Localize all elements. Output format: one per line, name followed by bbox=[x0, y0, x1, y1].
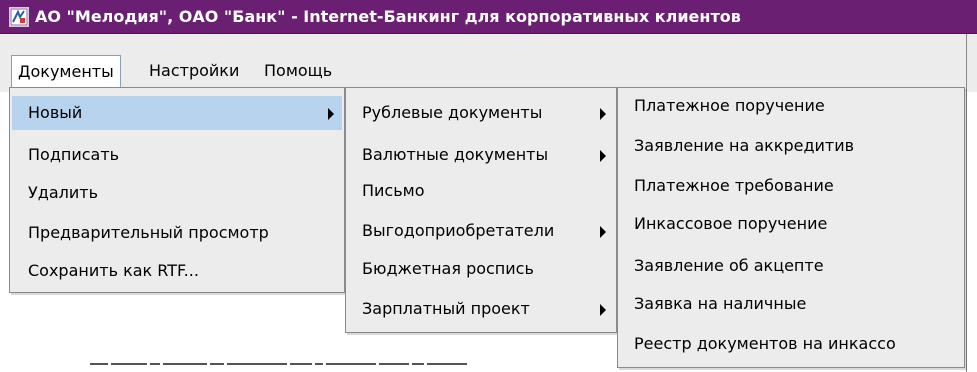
submenu-arrow-icon bbox=[600, 304, 606, 316]
menu-item-new-label: Новый bbox=[28, 103, 83, 122]
submenu-item-ruble-docs[interactable]: Рублевые документы bbox=[348, 96, 614, 130]
submenu-item-salary-project-label: Зарплатный проект bbox=[362, 299, 530, 318]
submenu-item-payment-request[interactable]: Платежное требование bbox=[620, 169, 962, 203]
submenu-arrow-icon bbox=[600, 150, 606, 162]
background-content bbox=[90, 353, 610, 372]
submenu-item-payment-order[interactable]: Платежное поручение bbox=[620, 89, 962, 123]
menu-documents[interactable]: Документы bbox=[11, 55, 121, 87]
submenu-item-beneficiaries[interactable]: Выгодоприобретатели bbox=[348, 214, 614, 248]
menu-item-preview[interactable]: Предварительный просмотр bbox=[12, 216, 342, 250]
app-icon bbox=[9, 7, 29, 27]
submenu-arrow-icon bbox=[328, 108, 334, 120]
menu-item-save-rtf[interactable]: Сохранить как RTF... bbox=[12, 254, 342, 288]
window-edge bbox=[966, 34, 967, 372]
submenu-item-ruble-docs-label: Рублевые документы bbox=[362, 103, 543, 122]
submenu-item-collection-order[interactable]: Инкассовое поручение bbox=[620, 207, 962, 241]
new-submenu: Рублевые документы Валютные документы Пи… bbox=[345, 87, 617, 333]
submenu-item-collection-registry[interactable]: Реестр документов на инкассо bbox=[620, 327, 962, 361]
submenu-item-budget[interactable]: Бюджетная роспись bbox=[348, 252, 614, 286]
submenu-item-cash-request[interactable]: Заявка на наличные bbox=[620, 287, 962, 321]
submenu-item-currency-docs-label: Валютные документы bbox=[362, 145, 549, 164]
window-title: АО "Мелодия", ОАО "Банк" - Internet-Банк… bbox=[35, 7, 741, 26]
menu-item-sign[interactable]: Подписать bbox=[12, 138, 342, 172]
submenu-item-acceptance[interactable]: Заявление об акцепте bbox=[620, 249, 962, 283]
menu-item-delete[interactable]: Удалить bbox=[12, 176, 342, 210]
menu-settings[interactable]: Настройки bbox=[143, 55, 245, 87]
submenu-item-letter[interactable]: Письмо bbox=[348, 174, 614, 208]
window-titlebar: АО "Мелодия", ОАО "Банк" - Internet-Банк… bbox=[0, 0, 977, 34]
submenu-item-letter-of-credit[interactable]: Заявление на аккредитив bbox=[620, 129, 962, 163]
submenu-item-salary-project[interactable]: Зарплатный проект bbox=[348, 292, 614, 326]
submenu-arrow-icon bbox=[600, 226, 606, 238]
submenu-item-beneficiaries-label: Выгодоприобретатели bbox=[362, 221, 555, 240]
menu-item-new[interactable]: Новый bbox=[12, 96, 342, 130]
ruble-docs-submenu: Платежное поручение Заявление на аккреди… bbox=[617, 87, 965, 368]
documents-menu: Новый Подписать Удалить Предварительный … bbox=[9, 87, 345, 293]
submenu-arrow-icon bbox=[600, 108, 606, 120]
submenu-item-currency-docs[interactable]: Валютные документы bbox=[348, 138, 614, 172]
menu-help[interactable]: Помощь bbox=[258, 55, 338, 87]
